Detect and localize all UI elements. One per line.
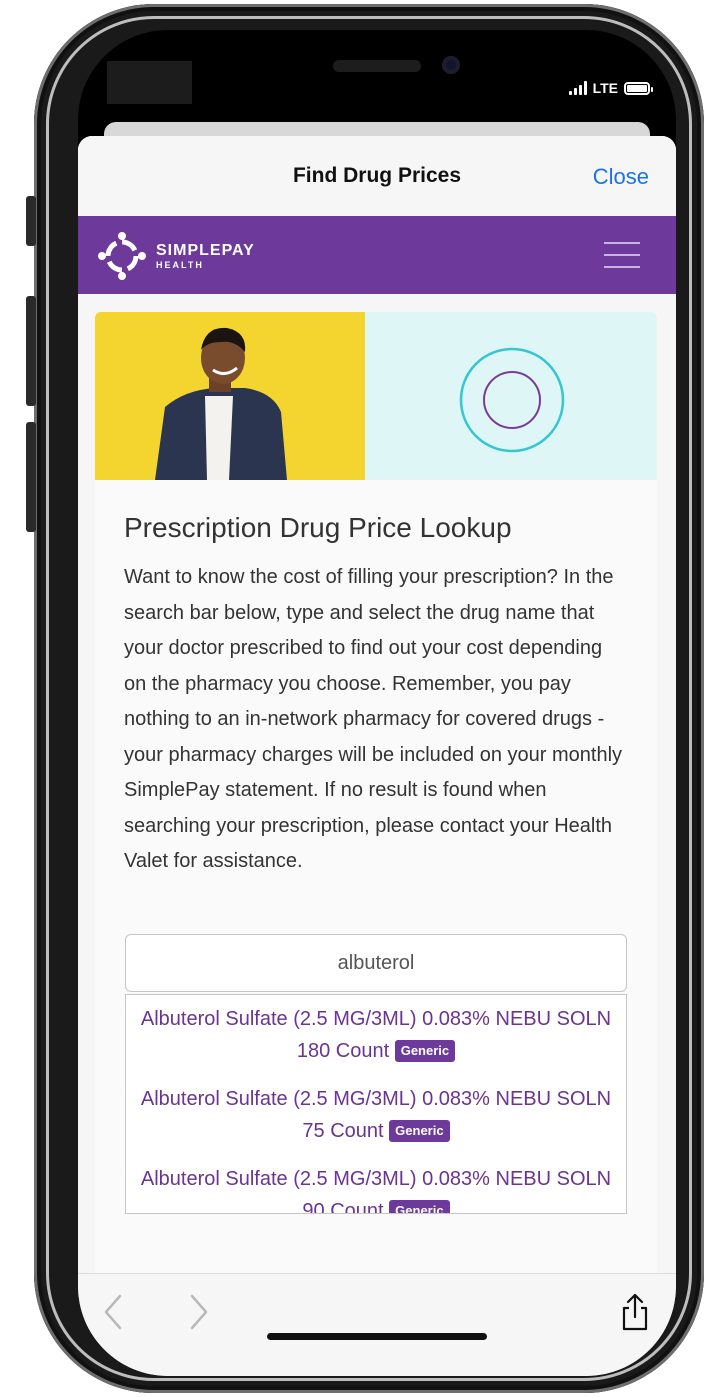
nav-header: Find Drug Prices Close	[78, 136, 676, 216]
menu-icon[interactable]	[604, 242, 640, 278]
page-title: Find Drug Prices	[292, 164, 462, 187]
status-bar-right: LTE	[568, 78, 653, 98]
card-title: Prescription Drug Price Lookup	[124, 512, 512, 543]
person-illustration	[155, 327, 287, 480]
hero-banner	[95, 312, 657, 480]
result-item[interactable]: Albuterol Sulfate (2.5 MG/3ML) 0.083% NE…	[126, 1155, 626, 1214]
front-camera	[442, 56, 460, 74]
result-name: Albuterol Sulfate (2.5 MG/3ML) 0.083% NE…	[140, 1168, 612, 1214]
network-type: LTE	[592, 80, 618, 96]
site-header: SIMPLEPAY HEALTH	[78, 216, 676, 294]
chevron-left-icon[interactable]	[102, 1292, 126, 1332]
home-indicator[interactable]	[267, 1333, 487, 1340]
browser-toolbar	[78, 1273, 676, 1376]
card-description: Want to know the cost of filling your pr…	[124, 566, 623, 872]
battery-icon	[624, 81, 653, 95]
generic-badge: Generic	[394, 1040, 456, 1062]
volume-up-button	[26, 296, 36, 406]
mute-switch	[26, 196, 36, 246]
result-item[interactable]: Albuterol Sulfate (2.5 MG/3ML) 0.083% NE…	[126, 1075, 626, 1155]
brand-name: SIMPLEPAY	[156, 241, 255, 259]
volume-down-button	[26, 422, 36, 532]
simplepay-logo-icon	[98, 232, 146, 280]
speaker-grille	[333, 60, 421, 72]
content-card: Prescription Drug Price Lookup Want to k…	[95, 312, 657, 1312]
result-item[interactable]: Albuterol Sulfate (2.5 MG/3ML) 0.083% NE…	[126, 995, 626, 1075]
close-button[interactable]: Close	[593, 164, 649, 190]
search-results-list[interactable]: Albuterol Sulfate (2.5 MG/3ML) 0.083% NE…	[125, 994, 627, 1214]
hero-graphic	[365, 312, 657, 480]
signal-icon	[568, 81, 587, 95]
chevron-right-icon[interactable]	[186, 1292, 210, 1332]
status-time-redacted	[107, 61, 192, 104]
result-name: Albuterol Sulfate (2.5 MG/3ML) 0.083% NE…	[140, 1088, 612, 1142]
drug-search-input[interactable]: albuterol	[125, 934, 627, 992]
result-name: Albuterol Sulfate (2.5 MG/3ML) 0.083% NE…	[140, 1008, 612, 1062]
modal-sheet: Find Drug Prices Close SIMPLEPAY HEALTH	[78, 136, 676, 1376]
simplepay-logo[interactable]: SIMPLEPAY HEALTH	[96, 230, 255, 282]
generic-badge: Generic	[389, 1120, 450, 1142]
hero-photo	[95, 312, 365, 480]
rings-icon	[459, 347, 565, 453]
share-icon[interactable]	[620, 1292, 650, 1332]
generic-badge: Generic	[389, 1200, 450, 1213]
phone-screen: LTE Find Drug Prices Close SIMPLEPAY HEA…	[78, 30, 676, 1376]
brand-sub: HEALTH	[156, 259, 204, 270]
